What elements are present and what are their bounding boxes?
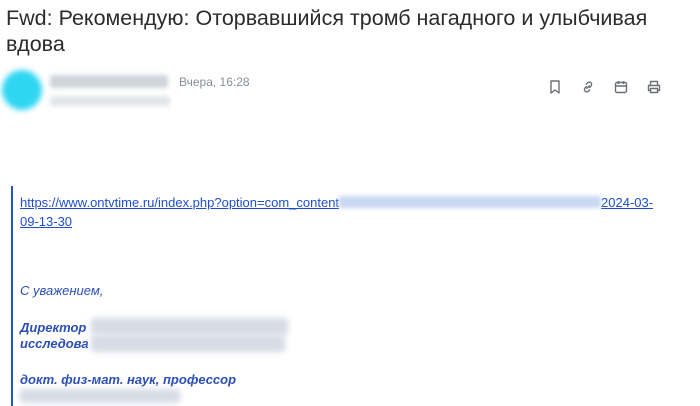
sender-name[interactable] xyxy=(50,75,168,88)
article-link-start: https://www.ontvtime.ru/index.php?option… xyxy=(20,195,340,210)
signature-title-line2: исследова xyxy=(20,336,89,351)
signature-greeting: С уважением, xyxy=(20,283,104,298)
message-subject: Fwd: Рекомендую: Оторвавшийся тромб нага… xyxy=(6,6,648,56)
link-icon[interactable] xyxy=(580,79,596,95)
quote-bar xyxy=(11,186,13,406)
article-link-redacted xyxy=(339,196,602,208)
calendar-icon[interactable] xyxy=(613,79,629,95)
bookmark-icon[interactable] xyxy=(547,79,563,95)
signature-degree: докт. физ-мат. наук, профессор xyxy=(20,372,237,387)
sender-email xyxy=(50,96,170,106)
message-toolbar xyxy=(547,79,662,95)
article-link[interactable]: https://www.ontvtime.ru/index.php?option… xyxy=(20,195,653,229)
print-icon[interactable] xyxy=(646,79,662,95)
message-date: Вчера, 16:28 xyxy=(179,75,250,89)
article-link-end: 2024-03- xyxy=(601,195,654,210)
article-link-wrap: 09-13-30 xyxy=(20,214,73,229)
sender-avatar[interactable] xyxy=(2,70,42,110)
signature-name-redacted xyxy=(20,389,180,403)
signature-title-line1: Директор xyxy=(20,320,87,335)
signature-title-redacted-1 xyxy=(91,318,288,335)
article-link-paragraph: https://www.ontvtime.ru/index.php?option… xyxy=(20,193,680,231)
signature-title-redacted-2 xyxy=(91,335,285,352)
